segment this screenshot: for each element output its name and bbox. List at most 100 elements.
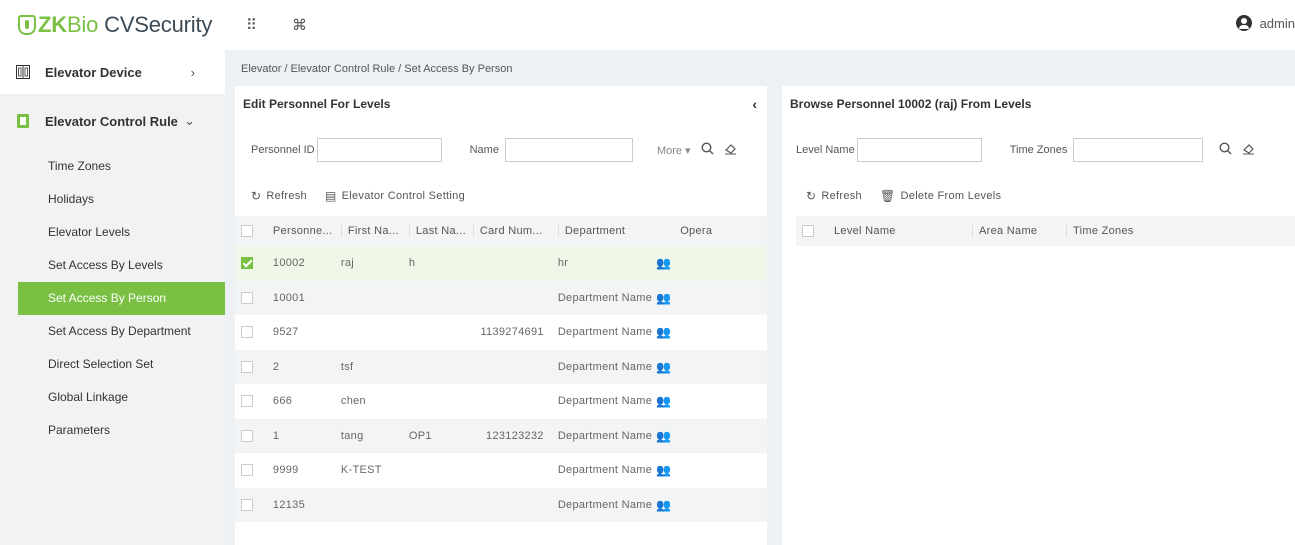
select-all-checkbox[interactable] [241, 225, 253, 238]
refresh-button[interactable]: ↻ Refresh [806, 189, 862, 203]
sidebar-fill [0, 447, 225, 545]
table-row[interactable]: 9999 K-TEST Department Name 👥 [235, 453, 767, 488]
search-icon[interactable] [1219, 142, 1232, 158]
column-header-label: Area Name [979, 224, 1038, 237]
elevator-rule-icon [17, 114, 29, 128]
table-row[interactable]: 10001 Department Name 👥 [235, 280, 767, 315]
cell-card-number [466, 280, 552, 315]
sidebar-item-holidays[interactable]: Holidays [0, 183, 225, 216]
edit-levels-icon[interactable]: 👥 [656, 325, 671, 339]
row-checkbox[interactable] [241, 291, 253, 304]
row-checkbox[interactable] [241, 395, 253, 408]
command-icon[interactable]: ⌘ [292, 16, 307, 34]
column-header-card-number[interactable]: Card Num... [466, 216, 552, 246]
column-header-label: Time Zones [1073, 224, 1134, 237]
chevron-right-icon: › [190, 64, 195, 80]
cell-card-number [466, 246, 552, 281]
search-icon[interactable] [701, 142, 714, 158]
column-header-area-name[interactable]: Area Name [966, 216, 1060, 246]
grid-icon[interactable]: ⠿ [246, 16, 257, 34]
table-row[interactable]: 10002 raj h hr 👥 [235, 246, 767, 281]
sidebar-item-direct-selection-set[interactable]: Direct Selection Set [0, 348, 225, 381]
cell-department: Department Name [551, 280, 653, 315]
sidebar-item-time-zones[interactable]: Time Zones [0, 150, 225, 183]
row-checkbox[interactable] [241, 326, 253, 339]
sidebar-item-set-access-by-levels[interactable]: Set Access By Levels [0, 249, 225, 282]
sidebar-item-parameters[interactable]: Parameters [0, 414, 225, 447]
cell-operation: 👥 [652, 349, 767, 384]
cell-operation: 👥 [652, 246, 767, 281]
clear-filter-icon[interactable] [1242, 142, 1255, 158]
personnel-table: Personne... First Na... Last Na... Card … [235, 216, 767, 522]
elevator-device-icon [16, 65, 30, 79]
edit-levels-icon[interactable]: 👥 [656, 360, 671, 374]
collapse-panel-icon[interactable]: ‹ [752, 86, 757, 122]
name-input[interactable] [504, 138, 633, 162]
time-zones-label: Time Zones [1009, 144, 1068, 156]
table-header-row: Personne... First Na... Last Na... Card … [235, 216, 767, 246]
column-header-first-name[interactable]: First Na... [334, 216, 403, 246]
edit-levels-icon[interactable]: 👥 [656, 463, 671, 477]
select-all-checkbox[interactable] [802, 225, 814, 238]
browse-levels-panel: Browse Personnel 10002 (raj) From Levels… [782, 86, 1295, 545]
cell-department: Department Name [557, 395, 653, 408]
column-divider [972, 225, 973, 238]
row-checkbox[interactable] [241, 429, 253, 442]
cell-card-number [466, 349, 552, 384]
row-checkbox[interactable] [241, 464, 253, 477]
sidebar-item-global-linkage[interactable]: Global Linkage [0, 381, 225, 414]
table-row[interactable]: 9527 1139274691 Department Name 👥 [235, 315, 767, 350]
refresh-button[interactable]: ↻ Refresh [251, 189, 307, 203]
row-checkbox[interactable] [241, 498, 253, 511]
delete-from-levels-button[interactable]: 🗑 Delete From Levels [880, 189, 1001, 203]
cell-last-name [403, 315, 467, 350]
sidebar-menu-elevator-control-rule[interactable]: Elevator Control Rule ⌄ [0, 94, 225, 148]
elevator-control-setting-button[interactable]: ▤ Elevator Control Setting [325, 189, 465, 203]
user-menu[interactable]: admin [1235, 15, 1295, 31]
more-filter-button[interactable]: More ▾ [657, 144, 691, 157]
edit-personnel-panel: Edit Personnel For Levels ‹ Personnel ID… [235, 86, 767, 545]
sidebar-menu-label: Elevator Device [45, 64, 142, 80]
levels-table: Level Name Area Name Time Zones [796, 216, 1295, 246]
table-header-row: Level Name Area Name Time Zones [796, 216, 1295, 246]
table-row[interactable]: 666 chen Department Name 👥 [235, 384, 767, 419]
shield-logo-icon [18, 15, 36, 35]
personnel-id-input[interactable] [316, 138, 442, 162]
row-select-cell [235, 418, 267, 453]
cell-first-name: raj [334, 246, 403, 281]
column-header-level-name[interactable]: Level Name [828, 216, 966, 246]
edit-levels-icon[interactable]: 👥 [656, 498, 671, 512]
column-header-personnel-id[interactable]: Personne... [266, 216, 335, 246]
sidebar-item-set-access-by-department[interactable]: Set Access By Department [0, 315, 225, 348]
edit-levels-icon[interactable]: 👥 [656, 394, 671, 408]
cell-first-name [335, 315, 403, 350]
level-name-input[interactable] [856, 138, 982, 162]
cell-last-name [403, 453, 467, 488]
column-header-operation[interactable]: Opera [652, 216, 767, 246]
column-header-time-zones[interactable]: Time Zones [1060, 216, 1295, 246]
clear-filter-icon[interactable] [724, 142, 737, 158]
cell-department: Department Name [557, 326, 653, 339]
cell-personnel-id: 12135 [266, 487, 335, 522]
cell-personnel-id: 9527 [272, 326, 299, 339]
row-checkbox[interactable] [241, 257, 253, 270]
table-row[interactable]: 1 tang OP1 123123232 Department Name 👥 [235, 418, 767, 453]
edit-levels-icon[interactable]: 👥 [656, 429, 671, 443]
table-row[interactable]: 2 tsf Department Name 👥 [235, 349, 767, 384]
edit-levels-icon[interactable]: 👥 [656, 256, 671, 270]
sidebar-item-elevator-levels[interactable]: Elevator Levels [0, 216, 225, 249]
column-header-department[interactable]: Department [551, 216, 653, 246]
cell-operation: 👥 [652, 280, 767, 315]
sidebar-item-set-access-by-person[interactable]: Set Access By Person [18, 282, 225, 315]
cell-operation: 👥 [652, 315, 767, 350]
time-zones-input[interactable] [1073, 138, 1204, 162]
sidebar-menu-elevator-device[interactable]: Elevator Device › [0, 50, 225, 94]
cell-department: hr [551, 246, 653, 281]
app-logo[interactable]: ZK Bio CVSecurity [18, 12, 212, 38]
table-row[interactable]: 12135 Department Name 👥 [235, 487, 767, 522]
edit-levels-icon[interactable]: 👥 [656, 291, 671, 305]
cell-first-name: tang [334, 418, 403, 453]
row-select-cell [235, 487, 267, 522]
column-header-last-name[interactable]: Last Na... [402, 216, 467, 246]
row-checkbox[interactable] [241, 360, 253, 373]
